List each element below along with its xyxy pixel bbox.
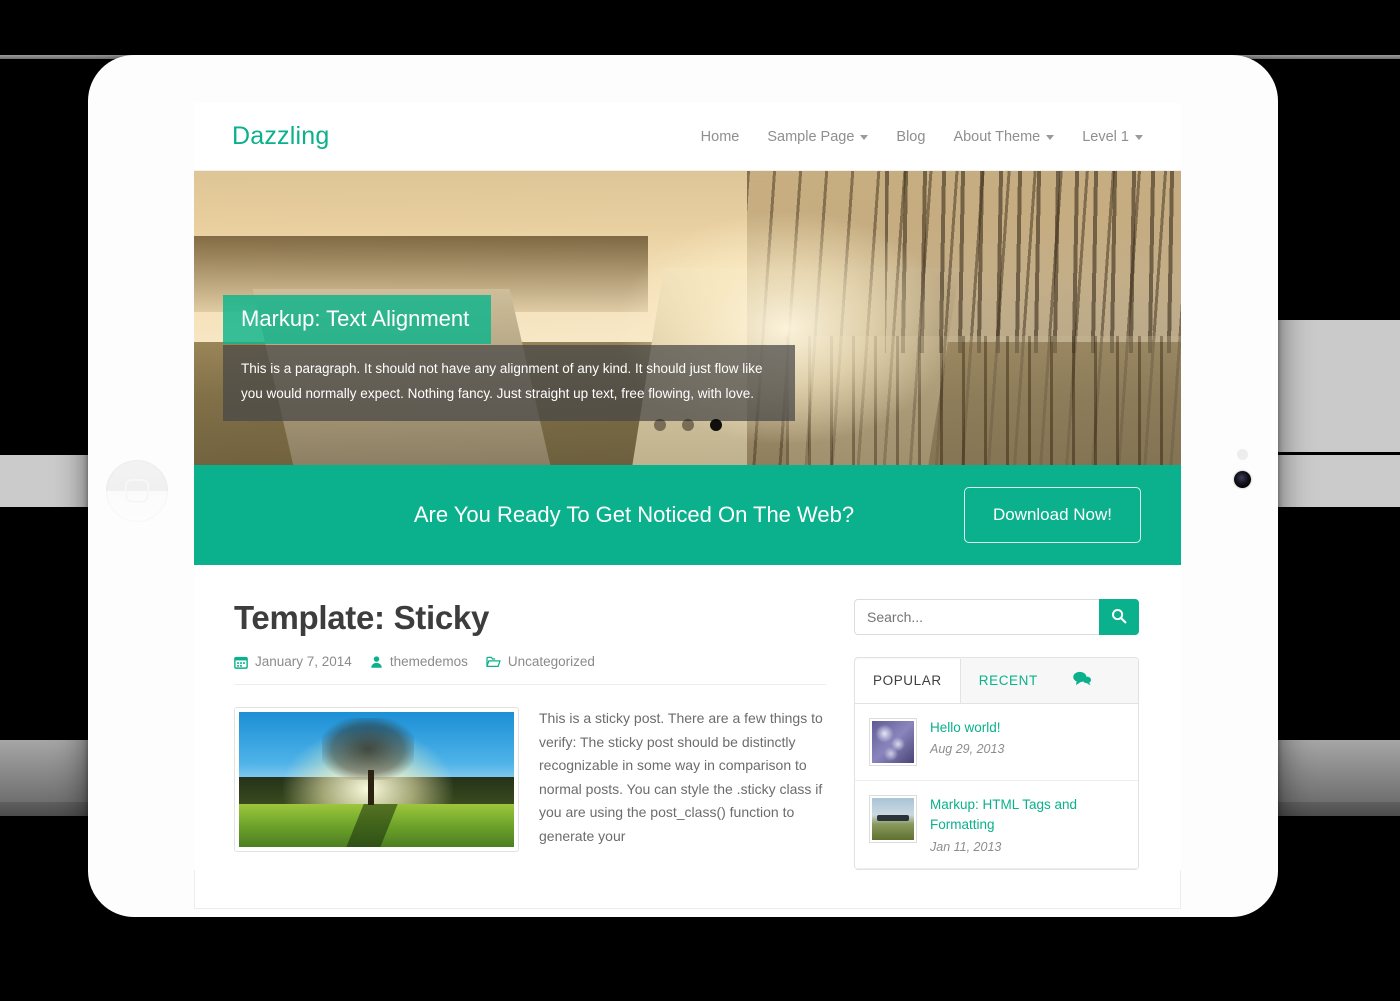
nav-label: Home [700, 128, 740, 145]
slider-dot-1[interactable] [653, 419, 666, 431]
popular-post-info: Markup: HTML Tags and Formatting Jan 11,… [930, 795, 1124, 854]
post-title: Template: Sticky [234, 599, 490, 636]
tab-comments[interactable] [1056, 658, 1108, 703]
post-thumbnail [869, 795, 917, 843]
calendar-icon [234, 655, 248, 669]
meta-author-label: themedemos [389, 654, 468, 669]
tablet-home-button[interactable] [106, 460, 168, 522]
meta-author[interactable]: themedemos [370, 654, 468, 669]
popular-post-date: Aug 29, 2013 [930, 742, 1005, 757]
post-thumbnail [869, 718, 917, 766]
popular-post-title[interactable]: Hello world! [930, 718, 1004, 738]
meta-category[interactable]: Uncategorized [486, 654, 595, 669]
post-meta: January 7, 2014 themedemos Uncategorized [234, 654, 826, 685]
site-brand-logo[interactable]: Dazzling [232, 122, 329, 151]
thumbnail-image [872, 721, 914, 763]
main-column: Template: Sticky January 7, 2014 themede… [234, 599, 826, 870]
popular-post-item[interactable]: Hello world! Aug 29, 2013 [855, 704, 1138, 781]
popular-post-item[interactable]: Markup: HTML Tags and Formatting Jan 11,… [855, 781, 1138, 869]
popular-post-title[interactable]: Markup: HTML Tags and Formatting [930, 795, 1124, 836]
featured-image-canvas [239, 712, 514, 847]
slider-dot-2[interactable] [681, 419, 694, 431]
chevron-down-icon [860, 135, 869, 140]
tab-recent[interactable]: RECENT [961, 659, 1056, 702]
cta-headline: Are You Ready To Get Noticed On The Web? [413, 502, 855, 527]
nav-item-level-1[interactable]: Level 1 [1082, 129, 1143, 145]
search-button[interactable] [1099, 599, 1139, 635]
folder-icon [486, 655, 501, 669]
slider-caption-body: This is a paragraph. It should not have … [223, 345, 795, 421]
tab-popular[interactable]: POPULAR [855, 659, 961, 703]
meta-date-label: January 7, 2014 [255, 654, 352, 669]
post-excerpt: This is a sticky post. There are a few t… [539, 710, 823, 844]
slider-pagination [194, 419, 1181, 431]
site-header: Dazzling Home Sample Page Blog About The… [194, 103, 1181, 171]
search-icon [1111, 608, 1127, 627]
chevron-down-icon [1046, 135, 1055, 140]
post-body: This is a sticky post. There are a few t… [234, 707, 826, 852]
meta-category-label: Uncategorized [507, 654, 595, 669]
meta-date[interactable]: January 7, 2014 [234, 654, 352, 669]
nav-label: Sample Page [767, 128, 855, 145]
hero-slider[interactable]: Markup: Text Alignment This is a paragra… [194, 171, 1181, 465]
nav-item-home[interactable]: Home [701, 129, 740, 145]
tablet-device-frame: Dazzling Home Sample Page Blog About The… [88, 55, 1278, 917]
posts-tabs-widget: POPULAR RECENT Hello world! Aug 29, 2013… [854, 657, 1139, 870]
featured-tree-crown [322, 717, 415, 780]
home-button-square-icon [125, 479, 149, 503]
thumbnail-image [872, 798, 914, 840]
cta-banner: Are You Ready To Get Noticed On The Web?… [194, 465, 1181, 565]
nav-item-blog[interactable]: Blog [896, 129, 925, 145]
download-now-button[interactable]: Download Now! [963, 487, 1141, 543]
slider-caption-title: Markup: Text Alignment [223, 295, 492, 344]
nav-label: Level 1 [1082, 128, 1129, 145]
primary-navigation: Home Sample Page Blog About Theme Level … [701, 129, 1143, 145]
popular-post-date: Jan 11, 2013 [930, 839, 1002, 854]
slider-dot-3[interactable] [709, 419, 722, 431]
search-input[interactable] [854, 599, 1099, 635]
front-camera-lens [1234, 471, 1251, 488]
ambient-light-sensor [1237, 449, 1248, 460]
search-widget [854, 599, 1139, 635]
popular-post-info: Hello world! Aug 29, 2013 [930, 718, 1004, 766]
page-content: Template: Sticky January 7, 2014 themede… [194, 565, 1181, 870]
nav-item-about-theme[interactable]: About Theme [953, 128, 1055, 145]
comment-bubble-icon [1072, 670, 1092, 691]
tablet-screen: Dazzling Home Sample Page Blog About The… [194, 103, 1181, 909]
user-icon [370, 655, 383, 669]
nav-label: Blog [896, 128, 926, 145]
nav-label: About Theme [953, 128, 1041, 145]
sidebar: POPULAR RECENT Hello wor [854, 599, 1139, 870]
tabs-header: POPULAR RECENT [855, 658, 1138, 704]
post-featured-image[interactable] [234, 707, 519, 852]
chevron-down-icon [1135, 135, 1143, 140]
nav-item-sample-page[interactable]: Sample Page [767, 128, 869, 145]
